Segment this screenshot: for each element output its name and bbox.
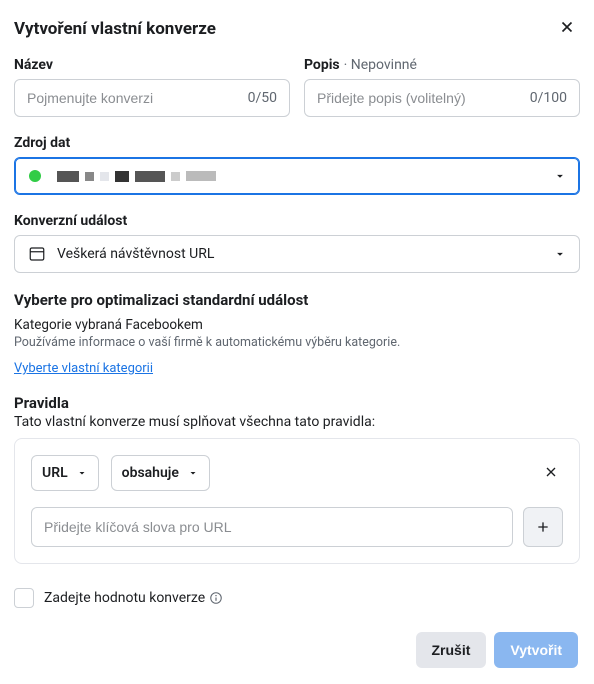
url-globe-icon — [27, 244, 47, 264]
rules-title: Pravidla — [14, 394, 580, 412]
name-label: Název — [14, 57, 53, 73]
close-icon — [558, 18, 576, 36]
optimize-section: Vyberte pro optimalizaci standardní udál… — [14, 291, 580, 376]
rule-row: URL obsahuje — [31, 455, 563, 491]
chevron-down-icon — [553, 247, 567, 261]
optimize-sub-label: Kategorie vybraná Facebookem — [14, 317, 580, 333]
data-source-label: Zdroj dat — [14, 135, 70, 151]
name-input[interactable] — [27, 90, 240, 106]
close-icon — [543, 464, 559, 480]
desc-counter: 0/100 — [522, 90, 567, 106]
info-icon[interactable] — [209, 591, 223, 605]
plus-icon — [535, 519, 551, 535]
dialog-title: Vytvoření vlastní konverze — [14, 19, 216, 39]
conversion-value-row: Zadejte hodnotu konverze — [14, 588, 580, 608]
data-source-field: Zdroj dat — [14, 135, 580, 195]
chevron-down-icon — [187, 467, 199, 479]
conversion-event-field: Konverzní událost Veškerá návštěvnost UR… — [14, 213, 580, 273]
rules-section: Pravidla Tato vlastní konverze musí splň… — [14, 394, 580, 564]
add-rule-button[interactable] — [523, 507, 563, 547]
cancel-button[interactable]: Zrušit — [416, 632, 487, 668]
rule-operator-value: obsahuje — [122, 465, 179, 481]
desc-input[interactable] — [317, 90, 522, 106]
dialog-footer: Zrušit Vytvořit — [14, 632, 580, 668]
status-dot-icon — [29, 170, 41, 182]
desc-optional: · Nepovinné — [344, 57, 417, 73]
chevron-down-icon — [553, 169, 567, 183]
conversion-event-select[interactable]: Veškerá návštěvnost URL — [14, 235, 580, 273]
keyword-row — [31, 507, 563, 547]
desc-field: Popis · Nepovinné 0/100 — [304, 57, 580, 117]
desc-input-wrap[interactable]: 0/100 — [304, 79, 580, 117]
close-button[interactable] — [554, 14, 580, 43]
dialog-header: Vytvoření vlastní konverze — [14, 14, 580, 57]
conversion-value-checkbox[interactable] — [14, 588, 34, 608]
remove-rule-button[interactable] — [539, 460, 563, 487]
rules-desc: Tato vlastní konverze musí splňovat všec… — [14, 414, 580, 430]
keyword-input-wrap[interactable] — [31, 507, 513, 547]
name-counter: 0/50 — [240, 90, 277, 106]
rule-field-select[interactable]: URL — [31, 455, 99, 491]
select-category-link[interactable]: Vyberte vlastní kategorii — [14, 361, 153, 376]
desc-label: Popis — [304, 57, 340, 73]
data-source-value — [57, 171, 543, 182]
optimize-title: Vyberte pro optimalizaci standardní udál… — [14, 291, 580, 309]
name-field: Název 0/50 — [14, 57, 290, 117]
conversion-event-value: Veškerá návštěvnost URL — [57, 246, 543, 262]
data-source-select[interactable] — [14, 157, 580, 195]
keyword-input[interactable] — [44, 519, 500, 535]
optimize-desc: Používáme informace o vaší firmě k autom… — [14, 334, 580, 352]
conversion-value-label: Zadejte hodnotu konverze — [44, 590, 223, 606]
rule-operator-select[interactable]: obsahuje — [111, 455, 210, 491]
create-custom-conversion-dialog: Vytvoření vlastní konverze Název 0/50 Po… — [0, 0, 594, 684]
rule-field-value: URL — [42, 465, 68, 481]
name-input-wrap[interactable]: 0/50 — [14, 79, 290, 117]
conversion-event-label: Konverzní událost — [14, 213, 127, 229]
chevron-down-icon — [76, 467, 88, 479]
create-button[interactable]: Vytvořit — [494, 632, 578, 668]
rules-box: URL obsahuje — [14, 438, 580, 564]
